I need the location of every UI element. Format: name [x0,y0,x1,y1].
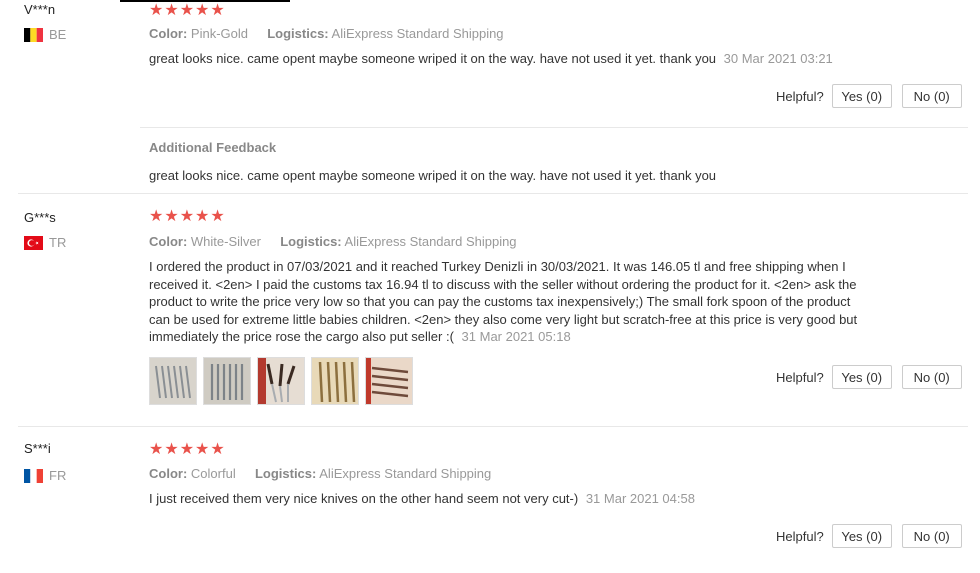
reviewer-name: G***s [24,210,56,225]
review-text: I ordered the product in 07/03/2021 and … [149,258,871,346]
review-photo-thumbnail[interactable] [311,357,359,405]
helpful-label: Helpful? [776,369,824,385]
reviewer-country: TR [24,235,66,250]
helpful-yes-button[interactable]: Yes (0) [831,84,892,108]
logistics-value: AliExpress Standard Shipping [344,234,517,249]
helpful-controls: Helpful? Yes (0) No (0) [776,84,962,108]
helpful-controls: Helpful? Yes (0) No (0) [776,365,962,389]
review-photos [149,357,413,405]
logistics-value: AliExpress Standard Shipping [331,26,504,41]
review-body: great looks nice. came opent maybe someo… [149,51,717,66]
color-value: White-Silver [190,234,261,249]
country-code: BE [49,27,67,42]
france-flag-icon [24,468,43,483]
review-body: I just received them very nice knives on… [149,491,579,506]
additional-feedback-text: great looks nice. came opent maybe someo… [149,168,717,183]
review-photo-thumbnail[interactable] [257,357,305,405]
logistics-label: Logistics: [267,26,329,41]
review-photo-thumbnail[interactable] [365,357,413,405]
review-date: 31 Mar 2021 05:18 [461,329,571,344]
color-value: Colorful [190,466,236,481]
logistics-label: Logistics: [254,466,317,481]
review-photo-thumbnail[interactable] [149,357,197,405]
star-rating: ★★★★★ [149,2,226,19]
star-rating: ★★★★★ [149,441,226,458]
color-value: Pink-Gold [190,26,248,41]
reviewer-name: V***n [24,2,56,17]
helpful-no-button[interactable]: No (0) [901,524,962,548]
turkey-flag-icon [24,235,43,250]
review-text: I just received them very nice knives on… [149,490,889,508]
helpful-controls: Helpful? Yes (0) No (0) [776,524,962,548]
inner-divider [140,127,968,128]
review-meta: Color: White-Silver Logistics: AliExpres… [149,234,517,249]
helpful-yes-button[interactable]: Yes (0) [831,365,892,389]
helpful-no-button[interactable]: No (0) [901,365,962,389]
helpful-label: Helpful? [776,528,824,544]
color-label: Color: [149,466,188,481]
reviewer-name: S***i [24,441,51,456]
review-meta: Color: Colorful Logistics: AliExpress St… [149,466,491,481]
reviewer-country: BE [24,27,66,42]
helpful-label: Helpful? [776,88,824,104]
helpful-no-button[interactable]: No (0) [901,84,962,108]
review-photo-thumbnail[interactable] [203,357,251,405]
helpful-yes-button[interactable]: Yes (0) [831,524,892,548]
additional-feedback-title: Additional Feedback [149,140,277,155]
review-item: S***i FR ★★★★★ Color: Colorful Logistics… [0,427,968,573]
review-date: 31 Mar 2021 04:58 [585,491,695,506]
star-rating: ★★★★★ [149,208,226,225]
country-code: TR [49,235,67,250]
country-code: FR [49,468,67,483]
review-item: G***s TR ★★★★★ Color: White-Silver Logis… [0,194,968,427]
logistics-label: Logistics: [280,234,342,249]
review-item: V***n BE ★★★★★ Color: Pink-Gold Logistic… [0,0,968,194]
review-date: 30 Mar 2021 03:21 [723,51,833,66]
logistics-value: AliExpress Standard Shipping [319,466,492,481]
belgium-flag-icon [24,27,43,42]
color-label: Color: [149,26,188,41]
reviewer-country: FR [24,468,66,483]
review-text: great looks nice. came opent maybe someo… [149,50,889,68]
color-label: Color: [149,234,188,249]
review-meta: Color: Pink-Gold Logistics: AliExpress S… [149,26,504,41]
